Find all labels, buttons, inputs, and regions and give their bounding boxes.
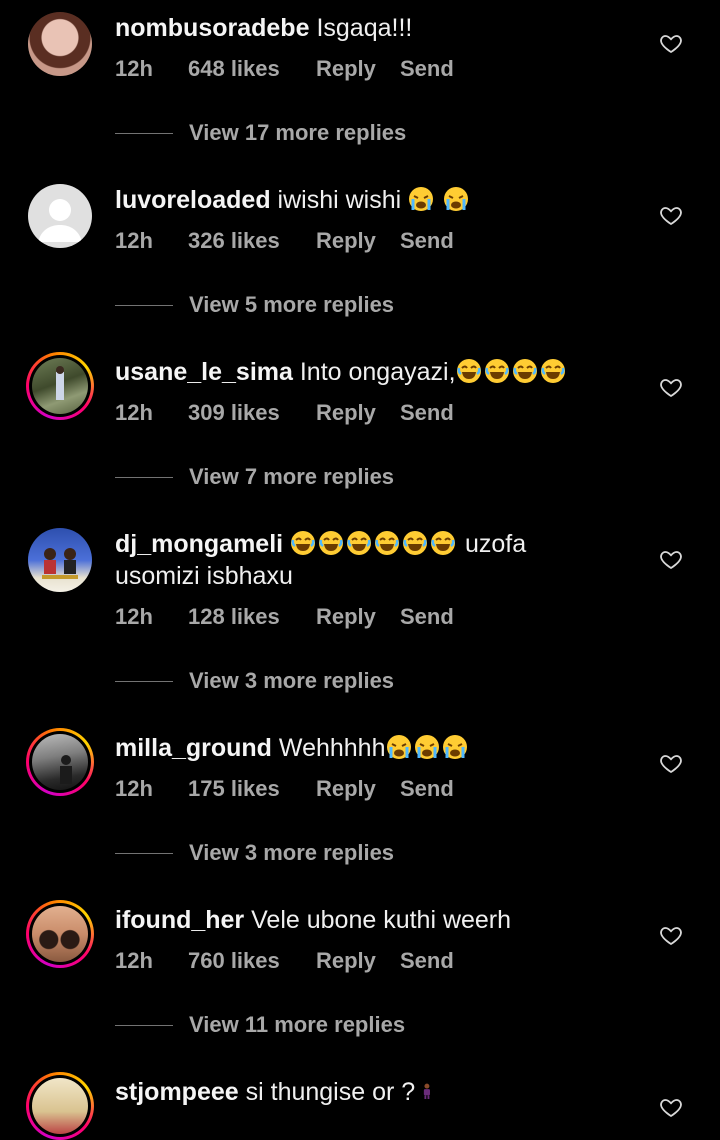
avatar[interactable] — [26, 182, 94, 250]
laughing-face-emoji-icon — [291, 531, 316, 555]
view-replies-label: View 3 more replies — [189, 668, 395, 693]
laughing-face-emoji-icon — [512, 359, 537, 383]
comment-text: Wehhhhh — [278, 734, 386, 762]
laughing-face-emoji-icon — [540, 359, 565, 383]
emoji-group — [386, 734, 470, 762]
comment-username[interactable]: ifound_her — [115, 906, 244, 934]
replies-divider — [115, 680, 173, 682]
reply-button[interactable]: Reply — [316, 56, 400, 82]
laughing-face-emoji-icon — [375, 531, 400, 555]
laughing-face-emoji-icon — [347, 531, 372, 555]
replies-divider — [115, 304, 173, 306]
like-count[interactable]: 175 likes — [188, 776, 316, 802]
view-replies-label: View 17 more replies — [189, 120, 407, 145]
comment-text: Vele ubone kuthi weerh — [251, 906, 512, 934]
view-replies-label: View 7 more replies — [189, 464, 395, 489]
avatar[interactable] — [26, 352, 94, 420]
like-count[interactable]: 648 likes — [188, 56, 316, 82]
send-button[interactable]: Send — [400, 56, 454, 82]
laughing-face-emoji-icon — [319, 531, 344, 555]
laughing-face-emoji-icon — [431, 531, 456, 555]
comment-username[interactable]: milla_ground — [115, 734, 272, 762]
comment-username[interactable]: usane_le_sima — [115, 358, 293, 386]
send-button[interactable]: Send — [400, 228, 454, 254]
comment-username[interactable]: nombusoradebe — [115, 14, 309, 42]
heart-outline-icon[interactable] — [659, 31, 683, 55]
crying-face-emoji-icon — [444, 187, 469, 211]
replies-divider — [115, 1024, 173, 1026]
comment-text: Isgaqa!!! — [316, 14, 413, 42]
reply-button[interactable]: Reply — [316, 604, 400, 630]
like-count[interactable]: 128 likes — [188, 604, 316, 630]
reply-button[interactable]: Reply — [316, 776, 400, 802]
like-count[interactable]: 309 likes — [188, 400, 316, 426]
view-replies-button[interactable]: View 11 more replies — [115, 1012, 405, 1038]
comment-text: iwishi wishi — [277, 186, 402, 214]
comment-time: 12h — [115, 948, 153, 973]
crying-face-emoji-icon — [409, 187, 434, 211]
comment-time: 12h — [115, 400, 153, 425]
reply-button[interactable]: Reply — [316, 228, 400, 254]
view-replies-button[interactable]: View 5 more replies — [115, 292, 394, 318]
view-replies-button[interactable]: View 17 more replies — [115, 120, 406, 146]
heart-outline-icon[interactable] — [659, 375, 683, 399]
view-replies-button[interactable]: View 3 more replies — [115, 840, 394, 866]
laughing-face-emoji-icon — [403, 531, 428, 555]
replies-divider — [115, 476, 173, 478]
laughing-face-emoji-icon — [484, 359, 509, 383]
comment-text: Into ongayazi, — [299, 358, 456, 386]
view-replies-label: View 5 more replies — [189, 292, 395, 317]
like-count[interactable]: 326 likes — [188, 228, 316, 254]
view-replies-button[interactable]: View 7 more replies — [115, 464, 394, 490]
heart-outline-icon[interactable] — [659, 923, 683, 947]
person-emoji-icon — [423, 1083, 431, 1099]
comment-time: 12h — [115, 604, 153, 629]
view-replies-label: View 11 more replies — [189, 1012, 406, 1037]
comment-text: uzofa — [465, 530, 527, 558]
heart-outline-icon[interactable] — [659, 1095, 683, 1119]
like-count[interactable]: 760 likes — [188, 948, 316, 974]
comment-username[interactable]: stjompeee — [115, 1078, 239, 1106]
comment-time: 12h — [115, 776, 153, 801]
heart-outline-icon[interactable] — [659, 547, 683, 571]
reply-button[interactable]: Reply — [316, 948, 400, 974]
comment-username[interactable]: luvoreloaded — [115, 186, 271, 214]
crying-face-emoji-icon — [442, 735, 467, 759]
avatar[interactable] — [26, 10, 94, 78]
comment-text: si thungise or ? — [245, 1078, 416, 1106]
view-replies-button[interactable]: View 3 more replies — [115, 668, 394, 694]
send-button[interactable]: Send — [400, 604, 454, 630]
view-replies-label: View 3 more replies — [189, 840, 395, 865]
avatar[interactable] — [26, 526, 94, 594]
avatar[interactable] — [26, 728, 94, 796]
avatar[interactable] — [26, 900, 94, 968]
reply-button[interactable]: Reply — [316, 400, 400, 426]
comment-time: 12h — [115, 228, 153, 253]
crying-face-emoji-icon — [386, 735, 411, 759]
emoji-group — [456, 358, 568, 386]
replies-divider — [115, 132, 173, 134]
emoji-group — [290, 530, 458, 558]
comment-text-line2: usomizi isbhaxu — [115, 562, 293, 590]
replies-divider — [115, 852, 173, 854]
comment-time: 12h — [115, 56, 153, 81]
crying-face-emoji-icon — [414, 735, 439, 759]
comment-username[interactable]: dj_mongameli — [115, 530, 283, 558]
send-button[interactable]: Send — [400, 948, 454, 974]
emoji-group — [408, 186, 471, 214]
heart-outline-icon[interactable] — [659, 751, 683, 775]
send-button[interactable]: Send — [400, 400, 454, 426]
laughing-face-emoji-icon — [456, 359, 481, 383]
heart-outline-icon[interactable] — [659, 203, 683, 227]
avatar[interactable] — [26, 1072, 94, 1140]
send-button[interactable]: Send — [400, 776, 454, 802]
